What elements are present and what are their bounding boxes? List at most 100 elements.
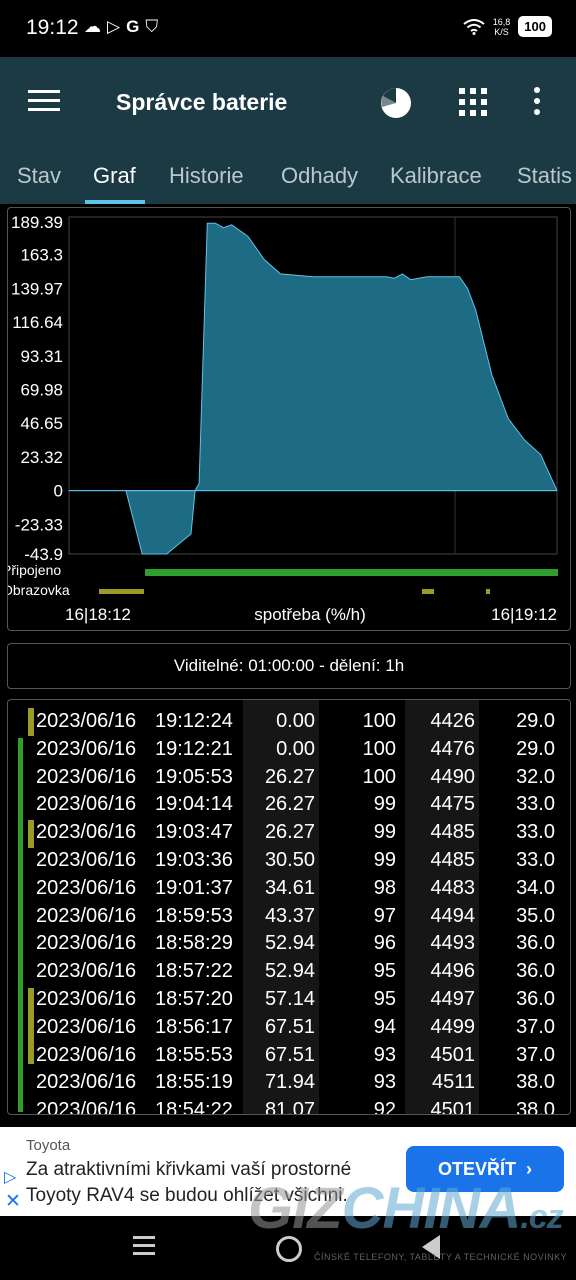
history-cell-temp: 37.0 xyxy=(516,1015,555,1038)
tab-historie[interactable]: Historie xyxy=(169,163,244,189)
history-cell-mv: 4501 xyxy=(430,1043,476,1066)
history-cell-mv: 4426 xyxy=(430,710,476,732)
history-cell-temp: 33.0 xyxy=(516,793,555,816)
shield-icon: ⛉ xyxy=(145,17,165,36)
history-cell-level: 93 xyxy=(373,1071,396,1094)
history-cell-time: 18:54:22 xyxy=(155,1099,233,1115)
history-cell-rate: 52.94 xyxy=(264,960,315,983)
history-cell-time: 18:58:29 xyxy=(155,932,233,955)
history-cell-level: 98 xyxy=(373,876,396,899)
history-cell-time: 18:57:20 xyxy=(155,988,233,1010)
visible-range-box[interactable]: Viditelné: 01:00:00 - dělení: 1h xyxy=(7,643,571,689)
history-cell-rate: 26.27 xyxy=(264,765,315,788)
speed-unit: K/S xyxy=(494,26,509,37)
history-cell-date: 2023/06/16 xyxy=(36,960,137,983)
connected-label: Připojeno xyxy=(8,562,61,578)
history-cell-temp: 33.0 xyxy=(516,849,555,871)
status-time: 19:12 xyxy=(26,16,79,39)
history-cell-level: 100 xyxy=(362,710,396,732)
y-tick-label: 69.98 xyxy=(20,380,63,399)
y-tick-label: 46.65 xyxy=(20,414,63,433)
history-cell-mv: 4483 xyxy=(430,876,476,899)
pie-chart-icon[interactable] xyxy=(380,87,412,119)
history-cell-level: 95 xyxy=(373,988,396,1010)
history-cell-temp: 29.0 xyxy=(516,710,555,732)
history-cell-rate: 43.37 xyxy=(264,904,315,927)
tab-statistiky[interactable]: Statis xyxy=(517,163,572,189)
history-row[interactable]: 2023/06/16 19:12:24 0.00 100 4426 29.0 xyxy=(8,708,570,736)
history-cell-mv: 4485 xyxy=(430,821,476,844)
y-tick-label: 163.3 xyxy=(20,246,63,265)
x-start-label: 16|18:12 xyxy=(65,605,131,624)
history-row[interactable]: 2023/06/16 18:54:22 81.07 92 4501 38.0 xyxy=(8,1097,570,1115)
history-cell-level: 93 xyxy=(373,1043,396,1066)
history-row[interactable]: 2023/06/16 18:55:19 71.94 93 4511 38.0 xyxy=(8,1069,570,1097)
recent-apps-icon[interactable] xyxy=(133,1236,155,1260)
history-cell-temp: 35.0 xyxy=(516,904,555,927)
history-cell-rate: 52.94 xyxy=(264,932,315,955)
ad-close-icon[interactable]: ✕ xyxy=(5,1190,21,1213)
history-row[interactable]: 2023/06/16 18:57:20 57.14 95 4497 36.0 xyxy=(8,986,570,1014)
ad-info-icon[interactable]: ▷ xyxy=(4,1167,16,1187)
history-cell-date: 2023/06/16 xyxy=(36,1015,137,1038)
history-cell-temp: 29.0 xyxy=(516,737,555,760)
history-cell-rate: 71.94 xyxy=(264,1071,315,1094)
history-cell-time: 19:03:36 xyxy=(155,849,233,871)
history-cell-level: 99 xyxy=(373,821,396,844)
history-cell-mv: 4494 xyxy=(430,904,476,927)
history-cell-temp: 37.0 xyxy=(516,1043,555,1066)
y-tick-label: 93.31 xyxy=(20,347,63,366)
screen-on-bar xyxy=(422,589,434,594)
history-cell-time: 19:05:53 xyxy=(155,765,233,788)
history-cell-date: 2023/06/16 xyxy=(36,904,137,927)
tab-bar: Stav Graf Historie Odhady Kalibrace Stat… xyxy=(0,147,576,204)
x-end-label: 16|19:12 xyxy=(491,605,557,624)
tab-stav[interactable]: Stav xyxy=(17,163,61,189)
cloud-icon: ☁ xyxy=(84,17,107,36)
grid-icon[interactable] xyxy=(459,88,487,116)
history-row[interactable]: 2023/06/16 18:58:29 52.94 96 4493 36.0 xyxy=(8,930,570,958)
notification-icons: ☁▷G⛉ xyxy=(84,17,164,37)
more-options-icon[interactable] xyxy=(534,87,542,120)
history-cell-mv: 4493 xyxy=(430,932,476,955)
status-bar: 19:12 ☁▷G⛉ 16,8 K/S 100 xyxy=(0,0,576,57)
history-row[interactable]: 2023/06/16 19:05:53 26.27 100 4490 32.0 xyxy=(8,764,570,792)
history-row[interactable]: 2023/06/16 18:59:53 43.37 97 4494 35.0 xyxy=(8,903,570,931)
hamburger-menu-icon[interactable] xyxy=(28,90,60,112)
history-cell-mv: 4511 xyxy=(431,1071,475,1094)
history-cell-date: 2023/06/16 xyxy=(36,793,137,816)
tab-graf[interactable]: Graf xyxy=(93,163,136,189)
connected-bar xyxy=(145,569,558,576)
history-cell-date: 2023/06/16 xyxy=(36,1043,137,1066)
history-cell-time: 18:55:19 xyxy=(155,1071,233,1094)
y-tick-label: 189.39 xyxy=(11,213,63,232)
gizchina-watermark: GIZCHINA.cz xyxy=(248,1175,564,1242)
history-row[interactable]: 2023/06/16 19:03:36 30.50 99 4485 33.0 xyxy=(8,847,570,875)
consumption-graph[interactable]: 189.39 163.3 139.97 116.64 93.31 69.98 46.65 23… xyxy=(7,207,571,631)
history-cell-rate: 0.00 xyxy=(276,710,315,732)
y-tick-label: 0 xyxy=(54,482,63,501)
history-list[interactable]: 2023/06/16 19:12:24 0.00 100 4426 29.0 2023/06… xyxy=(7,699,571,1115)
history-cell-time: 19:12:24 xyxy=(155,710,233,732)
history-cell-mv: 4485 xyxy=(430,849,476,871)
history-cell-time: 19:01:37 xyxy=(155,876,233,899)
history-cell-rate: 26.27 xyxy=(264,793,315,816)
watermark-giz: GIZ xyxy=(248,1176,343,1241)
history-row[interactable]: 2023/06/16 18:55:53 67.51 93 4501 37.0 xyxy=(8,1042,570,1070)
tab-kalibrace[interactable]: Kalibrace xyxy=(390,163,482,189)
history-row[interactable]: 2023/06/16 19:12:21 0.00 100 4476 29.0 xyxy=(8,736,570,764)
history-cell-time: 19:04:14 xyxy=(155,793,233,816)
history-cell-mv: 4499 xyxy=(430,1015,476,1038)
history-cell-temp: 38.0 xyxy=(516,1099,555,1115)
history-cell-temp: 36.0 xyxy=(516,960,555,983)
history-cell-mv: 4475 xyxy=(430,793,476,816)
history-row[interactable]: 2023/06/16 19:03:47 26.27 99 4485 33.0 xyxy=(8,819,570,847)
history-row[interactable]: 2023/06/16 18:56:17 67.51 94 4499 37.0 xyxy=(8,1014,570,1042)
history-row[interactable]: 2023/06/16 19:04:14 26.27 99 4475 33.0 xyxy=(8,791,570,819)
history-row[interactable]: 2023/06/16 18:57:22 52.94 95 4496 36.0 xyxy=(8,958,570,986)
history-cell-date: 2023/06/16 xyxy=(36,737,137,760)
history-row[interactable]: 2023/06/16 19:01:37 34.61 98 4483 34.0 xyxy=(8,875,570,903)
tab-odhady[interactable]: Odhady xyxy=(281,163,358,189)
network-speed: 16,8 K/S xyxy=(493,17,511,37)
consumption-area xyxy=(68,222,558,555)
